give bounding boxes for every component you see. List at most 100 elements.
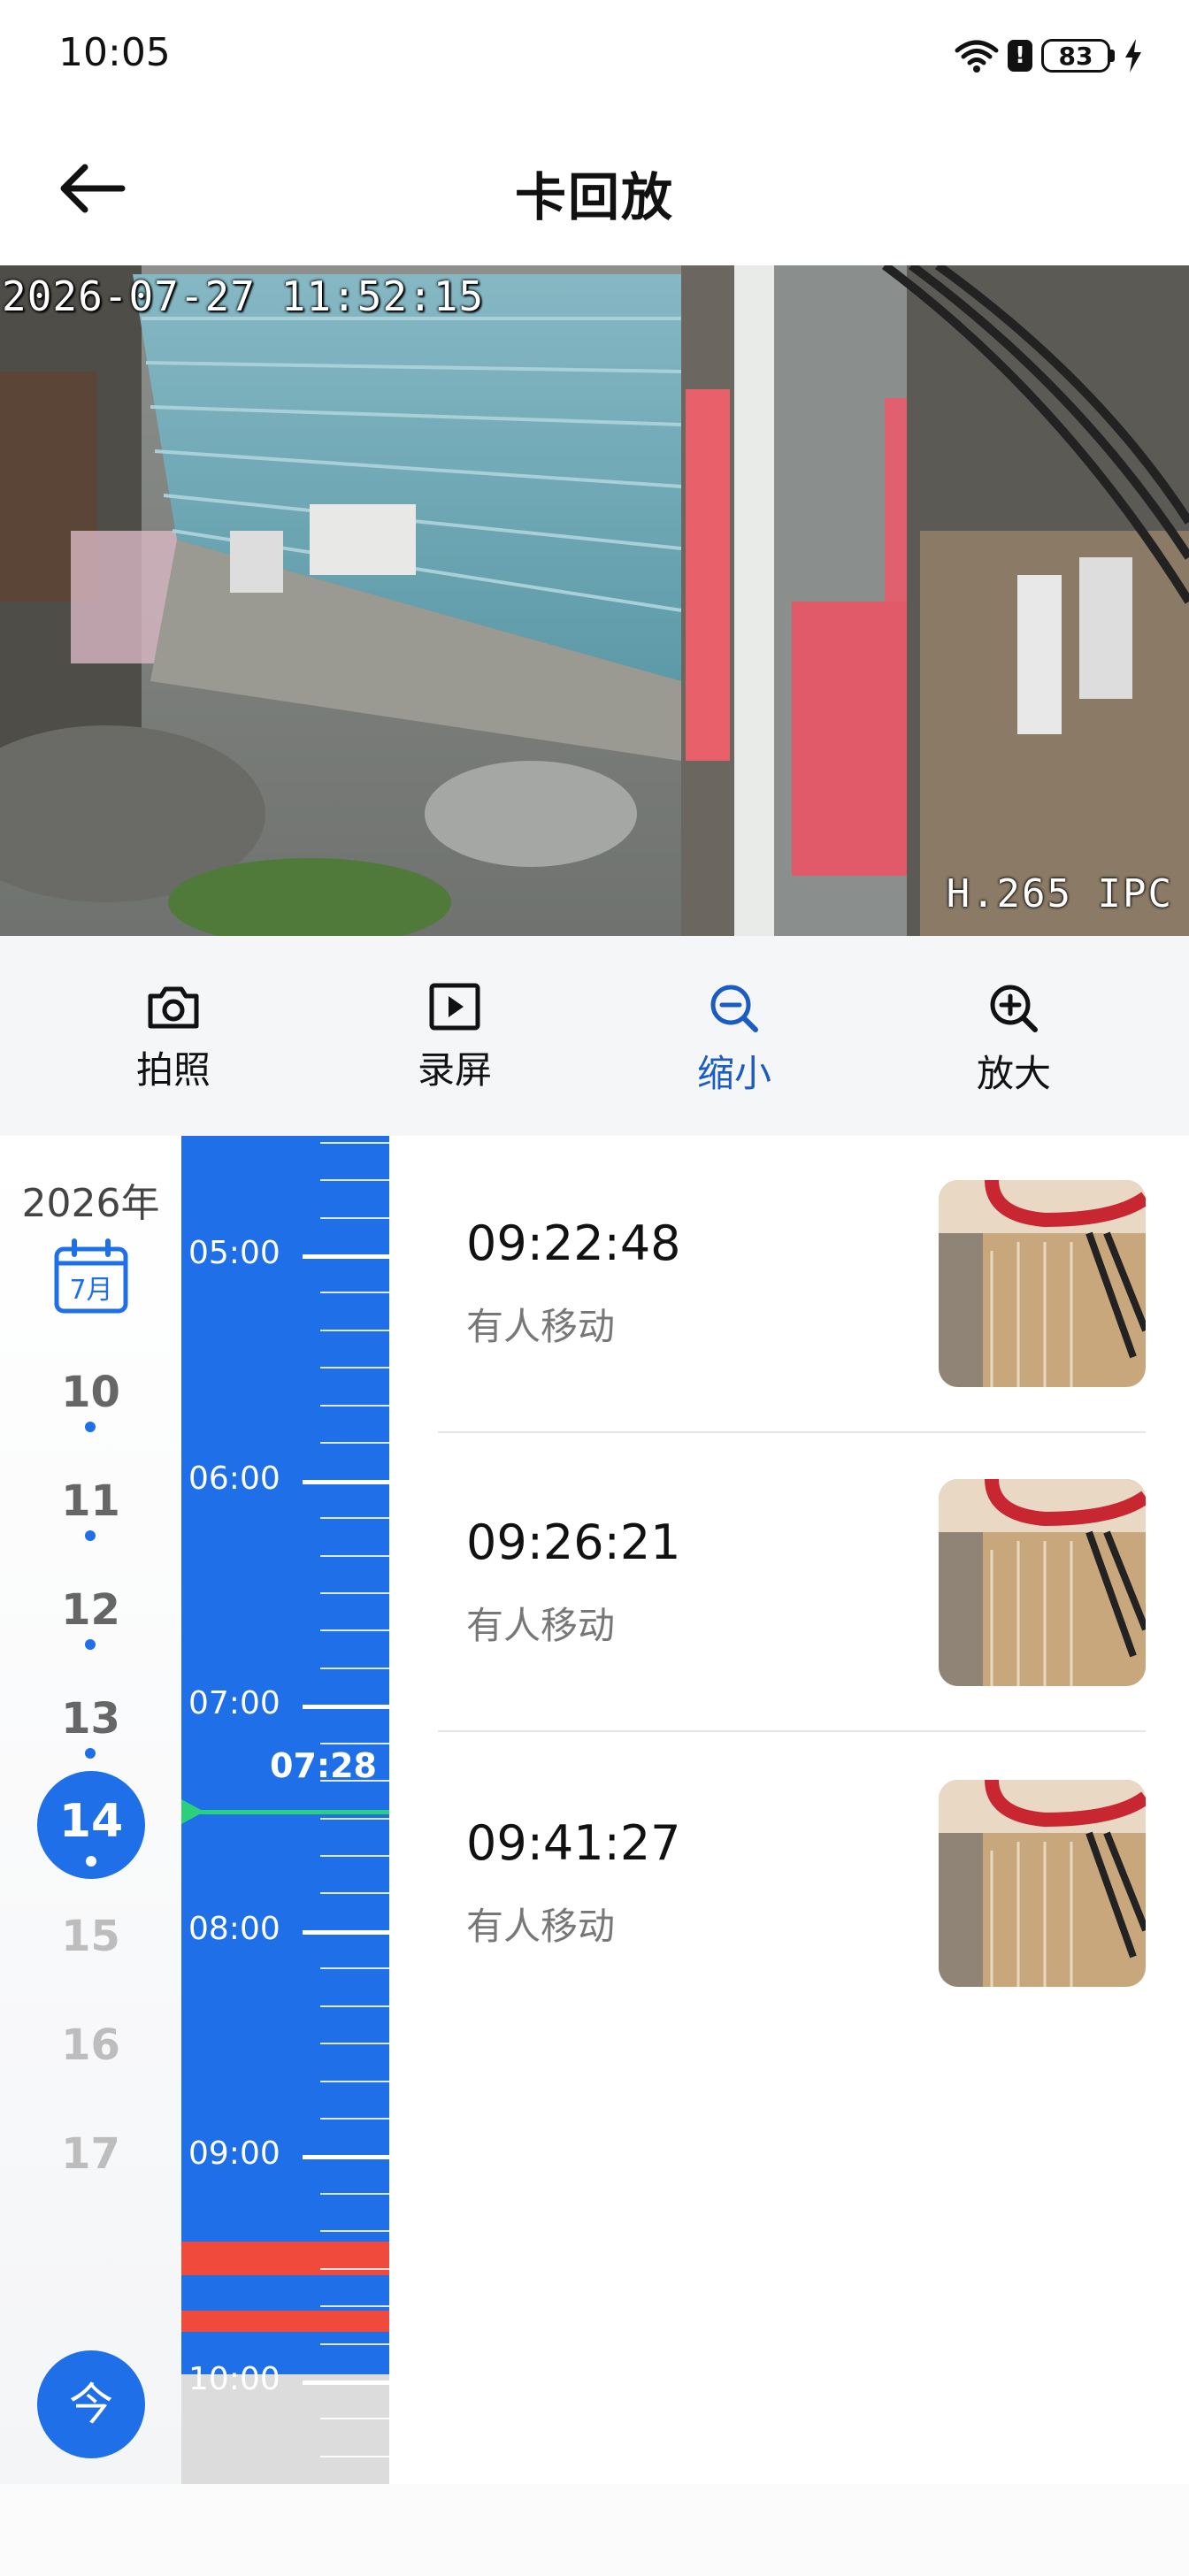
status-bar: 10:05 ! 83 bbox=[0, 0, 1189, 115]
timeline-minor-tick bbox=[320, 1442, 389, 1445]
event-item[interactable]: 09:26:21 有人移动 bbox=[438, 1435, 1146, 1734]
charging-icon bbox=[1125, 39, 1141, 73]
timeline-minor-tick bbox=[320, 1517, 389, 1519]
timeline-minor-tick bbox=[320, 1892, 389, 1895]
timeline-minor-tick bbox=[320, 1329, 389, 1331]
hour-label: 09:00 bbox=[188, 2135, 280, 2172]
day-12-record-dot bbox=[85, 1639, 96, 1650]
day-16[interactable]: 16 bbox=[0, 2020, 181, 2070]
event-time: 09:41:27 bbox=[466, 1815, 681, 1871]
playhead-line bbox=[181, 1810, 389, 1814]
hour-label: 06:00 bbox=[188, 1460, 280, 1497]
timeline-minor-tick bbox=[320, 1179, 389, 1182]
timeline-minor-tick bbox=[320, 2192, 389, 2195]
zoom-in-label: 放大 bbox=[976, 1052, 1051, 1095]
zoom-out-button[interactable]: 缩小 bbox=[646, 982, 823, 1098]
snapshot-label: 拍照 bbox=[135, 1048, 211, 1092]
record-icon bbox=[429, 983, 480, 1031]
camera-feed-image bbox=[0, 265, 1189, 936]
alert-icon: ! bbox=[1008, 40, 1032, 72]
day-17[interactable]: 17 bbox=[0, 2129, 181, 2179]
day-14-label: 14 bbox=[58, 1795, 124, 1848]
event-thumbnail bbox=[939, 1180, 1146, 1387]
playhead-time: 07:28 bbox=[270, 1746, 377, 1785]
hour-label: 07:00 bbox=[188, 1685, 280, 1721]
timeline-minor-tick bbox=[320, 1404, 389, 1407]
timeline-minor-tick bbox=[320, 2342, 389, 2345]
date-picker: 2026年 7月 10 11 12 13 14 15 16 17 今 bbox=[0, 1136, 181, 2484]
record-button[interactable]: 录屏 bbox=[366, 982, 543, 1094]
day-13-record-dot bbox=[85, 1748, 96, 1759]
osd-timestamp: 2026-07-27 11:52:15 bbox=[2, 272, 485, 320]
timeline-major-tick bbox=[303, 2155, 389, 2160]
nav-bar: 卡回放 bbox=[0, 115, 1189, 265]
timeline-minor-tick bbox=[320, 1591, 389, 1594]
day-15[interactable]: 15 bbox=[0, 1912, 181, 1961]
timeline-minor-tick bbox=[320, 1367, 389, 1369]
day-11[interactable]: 11 bbox=[0, 1476, 181, 1526]
status-icons: ! 83 bbox=[955, 34, 1143, 78]
battery-indicator: 83 bbox=[1041, 39, 1110, 73]
event-time: 09:22:48 bbox=[466, 1215, 681, 1271]
timeline-minor-tick bbox=[320, 1817, 389, 1820]
day-14-record-dot bbox=[86, 1856, 96, 1867]
page-title: 卡回放 bbox=[514, 167, 674, 227]
day-14-selected[interactable]: 14 bbox=[37, 1771, 145, 1879]
calendar-button[interactable]: 7月 bbox=[53, 1238, 129, 1318]
snapshot-button[interactable]: 拍照 bbox=[85, 982, 262, 1094]
timeline-minor-tick bbox=[320, 1667, 389, 1669]
status-time: 10:05 bbox=[58, 30, 171, 75]
timeline-minor-tick bbox=[320, 2267, 389, 2270]
hour-label: 08:00 bbox=[188, 1911, 280, 1947]
event-type: 有人移动 bbox=[466, 1305, 616, 1348]
timeline-minor-tick bbox=[320, 2043, 389, 2045]
event-thumbnail bbox=[939, 1479, 1146, 1686]
year-label: 2026年 bbox=[21, 1181, 160, 1226]
event-item[interactable]: 09:41:27 有人移动 bbox=[438, 1736, 1146, 2035]
camera-icon bbox=[148, 986, 199, 1029]
timeline-minor-tick bbox=[320, 1854, 389, 1857]
event-type: 有人移动 bbox=[466, 1604, 616, 1647]
timeline-major-tick bbox=[303, 1929, 389, 1935]
playback-toolbar: 拍照 录屏 缩小 放大 bbox=[0, 936, 1189, 1136]
timeline-minor-tick bbox=[320, 1629, 389, 1632]
timeline-minor-tick bbox=[320, 1292, 389, 1294]
day-12[interactable]: 12 bbox=[0, 1585, 181, 1635]
timeline-minor-tick bbox=[320, 1967, 389, 1970]
zoom-out-icon bbox=[710, 985, 758, 1032]
timeline-major-tick bbox=[303, 1479, 389, 1484]
event-thumbnail bbox=[939, 1780, 1146, 1987]
day-13[interactable]: 13 bbox=[0, 1694, 181, 1744]
event-type: 有人移动 bbox=[466, 1905, 616, 1948]
battery-tip bbox=[1110, 50, 1115, 62]
event-time: 09:26:21 bbox=[466, 1514, 681, 1570]
video-player[interactable]: 2026-07-27 11:52:15 H.265 IPC bbox=[0, 265, 1189, 936]
zoom-in-button[interactable]: 放大 bbox=[925, 982, 1102, 1098]
timeline-ruler[interactable]: 05:00 06:00 07:00 08:00 09:00 10:00 07:2… bbox=[181, 1136, 389, 2484]
playback-content: 2026年 7月 10 11 12 13 14 15 16 17 今 05:00… bbox=[0, 1136, 1189, 2484]
record-label: 录屏 bbox=[417, 1048, 492, 1092]
timeline-minor-tick bbox=[320, 1216, 389, 1219]
calendar-month-label: 7月 bbox=[69, 1275, 112, 1306]
event-divider bbox=[438, 1431, 1146, 1433]
event-divider bbox=[438, 1730, 1146, 1732]
zoom-out-label: 缩小 bbox=[696, 1052, 771, 1095]
timeline-minor-tick bbox=[320, 2230, 389, 2233]
playhead-handle[interactable] bbox=[181, 1799, 204, 1824]
timeline-minor-tick bbox=[320, 2455, 389, 2457]
event-item[interactable]: 09:22:48 有人移动 bbox=[438, 1136, 1146, 1435]
event-marker bbox=[181, 2242, 389, 2275]
day-10[interactable]: 10 bbox=[0, 1368, 181, 1417]
timeline-minor-tick bbox=[320, 2118, 389, 2120]
timeline-minor-tick bbox=[320, 2305, 389, 2308]
timeline-minor-tick bbox=[320, 2005, 389, 2007]
timeline-major-tick bbox=[303, 2380, 389, 2385]
day-10-record-dot bbox=[85, 1422, 96, 1432]
timeline-minor-tick bbox=[320, 2080, 389, 2082]
timeline-minor-tick bbox=[320, 2418, 389, 2420]
timeline-minor-tick bbox=[320, 1141, 389, 1144]
hour-label: 10:00 bbox=[188, 2361, 280, 2397]
wifi-icon bbox=[955, 40, 999, 73]
day-11-record-dot bbox=[85, 1530, 96, 1541]
today-button[interactable]: 今 bbox=[37, 2350, 145, 2458]
